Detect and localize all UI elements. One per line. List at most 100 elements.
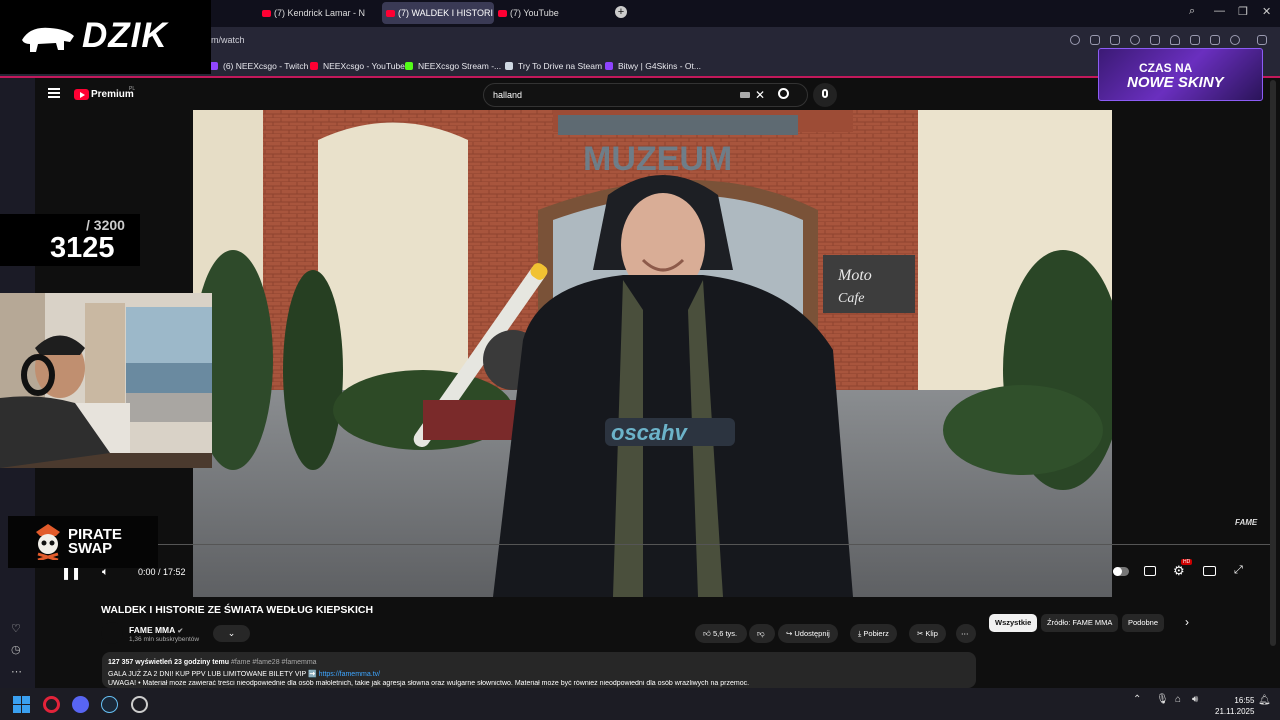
video-title: WALDEK I HISTORIE ZE ŚWIATA WEDŁUG KIEPS…: [101, 604, 374, 616]
speaker-icon[interactable]: 🔊︎: [1192, 694, 1198, 705]
channel-avatar[interactable]: [101, 622, 123, 644]
download-icon[interactable]: [1190, 35, 1200, 45]
youtube-icon: [310, 62, 318, 70]
bookmark-youtube[interactable]: NEEXcsgo - YouTube: [310, 61, 405, 71]
subscription-dropdown[interactable]: ⌄: [213, 625, 250, 642]
windows-start-icon[interactable]: [13, 696, 30, 713]
new-tab-button[interactable]: +: [615, 6, 627, 18]
profile-icon[interactable]: [1230, 35, 1240, 45]
more-icon[interactable]: ⋯: [11, 665, 22, 678]
chip-scroll-right-icon[interactable]: ›: [1185, 615, 1189, 629]
youtube-logo-icon[interactable]: [74, 89, 89, 100]
bookmark-label: NEEXcsgo Stream -...: [418, 61, 502, 71]
autoplay-toggle[interactable]: [1113, 567, 1129, 576]
opera-gx-icon[interactable]: [43, 696, 60, 713]
clip-label: Klip: [925, 629, 938, 638]
like-button[interactable]: 👍︎ 5,6 tys.: [695, 624, 747, 643]
tab-kendrick[interactable]: (7) Kendrick Lamar - N: [258, 2, 368, 24]
obs-icon[interactable]: [131, 696, 148, 713]
tray-chevron-icon[interactable]: ⌃: [1133, 694, 1141, 705]
clear-search-icon[interactable]: ✕: [755, 88, 765, 102]
fullscreen-icon[interactable]: ⤢: [1234, 564, 1243, 577]
bookmark-label: Bitwy | G4Skins - Ot...: [618, 61, 701, 71]
extensions-icon[interactable]: [1257, 35, 1267, 45]
subtitles-icon[interactable]: [1144, 566, 1156, 576]
chip-related[interactable]: Podobne: [1122, 614, 1165, 632]
tab-label: (7) YouTube: [510, 8, 559, 18]
description-box[interactable]: 127 357 wyświetleń 23 godziny temu #fame…: [102, 652, 976, 688]
channel-name-text: FAME MMA: [129, 625, 175, 635]
youtube-header: Premium PL halland ✕: [35, 80, 1270, 110]
download-button[interactable]: ⤓ Pobierz: [850, 624, 897, 643]
search-tabs-icon[interactable]: ⌕: [1189, 5, 1195, 18]
bookmark-label: NEEXcsgo - YouTube: [323, 61, 405, 71]
search-icon[interactable]: [778, 88, 789, 99]
scissors-icon: ✂: [917, 629, 924, 638]
microphone-tray-icon[interactable]: 🎙︎: [1156, 694, 1169, 705]
voice-search-button[interactable]: [813, 83, 837, 107]
maximize-button[interactable]: ❐: [1238, 5, 1248, 18]
time-display: 0:00 / 17:52: [138, 567, 186, 577]
steam-icon[interactable]: [101, 696, 118, 713]
youtube-favicon-icon: [386, 10, 395, 17]
page-scrollbar[interactable]: [1270, 80, 1276, 646]
notification-bell-icon[interactable]: 🔔︎: [1258, 695, 1271, 706]
video-player[interactable]: MUZEUM Moto Cafe oscahv: [193, 110, 1112, 597]
dislike-button[interactable]: 👎︎: [749, 624, 775, 643]
webcam-frame: [0, 293, 212, 468]
desc-promo-line: GALA JUŻ ZA 2 DNI! KUP PPV LUB LIMITOWAN…: [108, 670, 380, 678]
search-box[interactable]: halland ✕: [483, 83, 808, 107]
promo-skins-overlay: CZAS NA NOWE SKINY: [1098, 48, 1263, 101]
network-icon[interactable]: ⌂: [1175, 694, 1181, 705]
chip-source[interactable]: Źródło: FAME MMA: [1041, 614, 1119, 632]
system-clock[interactable]: 16:55 21.11.2025: [1215, 695, 1254, 717]
more-actions-button[interactable]: ⋯: [956, 624, 976, 643]
promo-text: GALA JUŻ ZA 2 DNI! KUP PPV LUB LIMITOWAN…: [108, 671, 317, 678]
pirateswap-overlay: PIRATE SWAP: [8, 516, 158, 568]
close-window-button[interactable]: ✕: [1262, 5, 1271, 18]
bookmark-kick[interactable]: NEEXcsgo Stream -...: [405, 61, 501, 71]
progress-bar[interactable]: [35, 544, 1275, 545]
share-button[interactable]: ↪ Udostępnij: [778, 624, 838, 643]
youtube-favicon-icon: [498, 10, 507, 17]
settings-gear-icon[interactable]: ⚙: [1173, 563, 1185, 579]
zoom-icon[interactable]: [1070, 35, 1080, 45]
download-label: Pobierz: [863, 629, 889, 638]
clip-button[interactable]: ✂ Klip: [909, 624, 946, 643]
thumbs-down-icon: 👎︎: [757, 629, 765, 638]
tab-waldek[interactable]: (7) WALDEK I HISTORI: [382, 2, 494, 24]
microphone-icon: [822, 89, 828, 98]
steam-icon: [505, 62, 513, 70]
clock-time: 16:55: [1234, 696, 1255, 705]
kick-icon: [405, 62, 413, 70]
boar-icon: [22, 27, 74, 52]
moto-sign: Moto: [837, 267, 872, 284]
channel-name[interactable]: FAME MMA ✔: [129, 625, 183, 635]
menu-icon[interactable]: [1210, 35, 1220, 45]
share-icon: ↪: [786, 629, 793, 638]
vpn-icon[interactable]: [1130, 35, 1140, 45]
goal-counter: / 3200 3125: [0, 214, 140, 266]
play-icon[interactable]: [1150, 35, 1160, 45]
pause-button[interactable]: ❚❚: [61, 566, 81, 580]
promo-link[interactable]: https://famemma.tv/: [319, 671, 380, 678]
fame-watermark: FAME: [1235, 518, 1258, 527]
chip-all[interactable]: Wszystkie: [989, 614, 1038, 632]
url-field[interactable]: m/watch: [211, 35, 245, 45]
bookmark-g4skins[interactable]: Bitwy | G4Skins - Ot...: [605, 61, 701, 71]
keyboard-icon[interactable]: [740, 92, 750, 98]
miniplayer-icon[interactable]: [1203, 566, 1216, 576]
camera-icon[interactable]: [1110, 35, 1120, 45]
search-input[interactable]: halland: [493, 90, 522, 100]
discord-icon[interactable]: [72, 696, 89, 713]
edit-icon[interactable]: [1090, 35, 1100, 45]
bookmark-steam[interactable]: Try To Drive na Steam: [505, 61, 602, 71]
hamburger-menu-icon[interactable]: [48, 88, 60, 98]
tab-youtube[interactable]: (7) YouTube: [494, 2, 606, 24]
history-icon[interactable]: ◷: [11, 643, 21, 656]
heart-icon[interactable]: [1170, 35, 1180, 45]
bookmark-twitch[interactable]: (6) NEEXcsgo - Twitch: [210, 61, 308, 71]
view-stats: 127 357 wyświetleń 23 godziny temu: [108, 659, 229, 666]
minimize-button[interactable]: —: [1214, 5, 1225, 17]
heart-icon[interactable]: ♡: [11, 622, 21, 635]
